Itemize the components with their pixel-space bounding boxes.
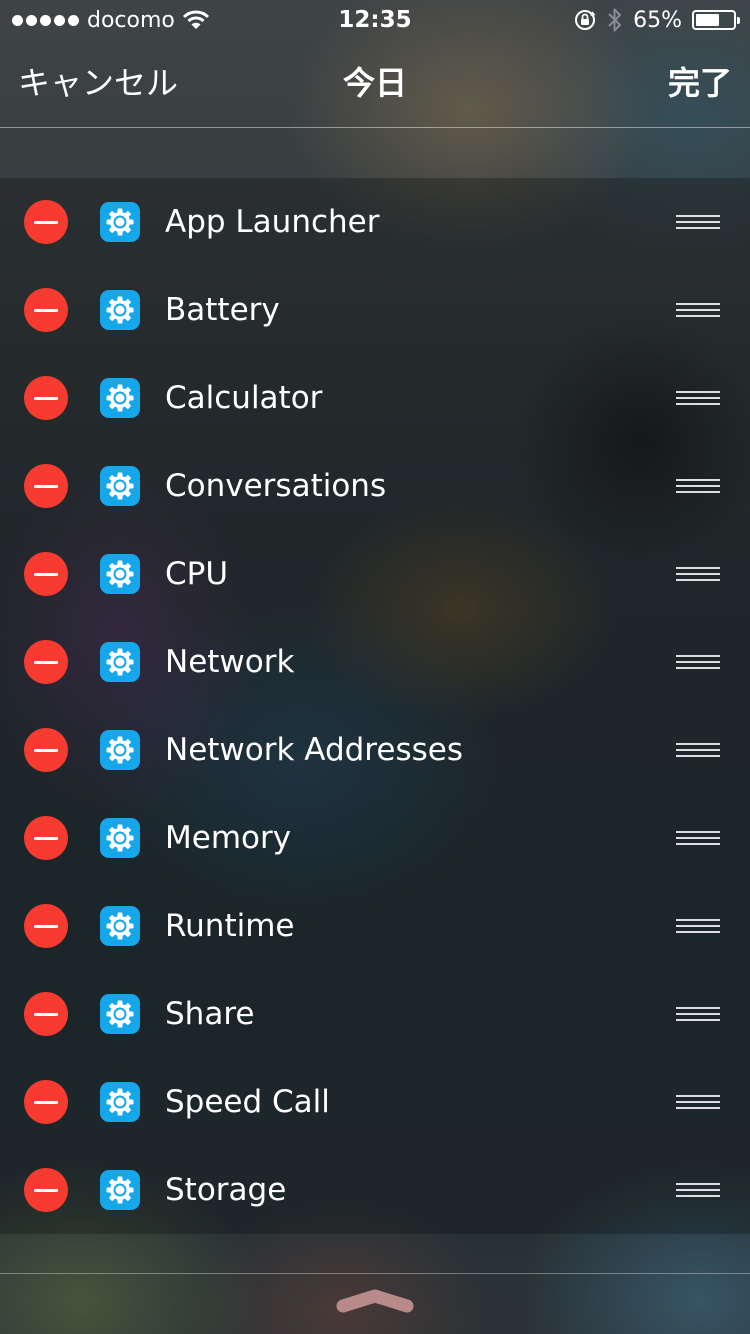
- status-bar: docomo 12:35 65%: [0, 0, 750, 40]
- gear-icon: [100, 1082, 140, 1122]
- reorder-handle-icon[interactable]: [676, 655, 720, 669]
- widget-row: Share: [0, 970, 750, 1058]
- widget-row: Speed Call: [0, 1058, 750, 1146]
- reorder-handle-icon[interactable]: [676, 919, 720, 933]
- gear-icon: [100, 290, 140, 330]
- gear-icon: [100, 202, 140, 242]
- gear-icon: [100, 730, 140, 770]
- widget-row: Network: [0, 618, 750, 706]
- bluetooth-icon: [608, 8, 622, 32]
- widget-row: Network Addresses: [0, 706, 750, 794]
- reorder-handle-icon[interactable]: [676, 479, 720, 493]
- widget-row: CPU: [0, 530, 750, 618]
- widget-row: Memory: [0, 794, 750, 882]
- remove-widget-button[interactable]: [24, 464, 68, 508]
- remove-widget-button[interactable]: [24, 1168, 68, 1212]
- widget-row: Runtime: [0, 882, 750, 970]
- nav-bar: キャンセル 今日 完了: [0, 40, 750, 127]
- gear-icon: [100, 554, 140, 594]
- widget-label: Conversations: [165, 468, 387, 504]
- gear-icon: [100, 378, 140, 418]
- widget-label: Network: [165, 644, 295, 680]
- widget-label: Memory: [165, 820, 292, 856]
- nav-divider: [0, 127, 750, 128]
- reorder-handle-icon[interactable]: [676, 831, 720, 845]
- widget-label: Storage: [165, 1172, 287, 1208]
- remove-widget-button[interactable]: [24, 376, 68, 420]
- widget-list: App Launcher Battery Calculator Conversatio…: [0, 178, 750, 1234]
- widget-label: Network Addresses: [165, 732, 463, 768]
- gear-icon: [100, 642, 140, 682]
- reorder-handle-icon[interactable]: [676, 1007, 720, 1021]
- reorder-handle-icon[interactable]: [676, 567, 720, 581]
- remove-widget-button[interactable]: [24, 200, 68, 244]
- remove-widget-button[interactable]: [24, 904, 68, 948]
- remove-widget-button[interactable]: [24, 992, 68, 1036]
- widget-row: Conversations: [0, 442, 750, 530]
- widget-label: App Launcher: [165, 204, 380, 240]
- reorder-handle-icon[interactable]: [676, 1183, 720, 1197]
- gear-icon: [100, 818, 140, 858]
- widget-row: Calculator: [0, 354, 750, 442]
- chevron-up-grabber-icon[interactable]: [336, 1286, 414, 1316]
- remove-widget-button[interactable]: [24, 288, 68, 332]
- gear-icon: [100, 906, 140, 946]
- reorder-handle-icon[interactable]: [676, 215, 720, 229]
- widget-row: Battery: [0, 266, 750, 354]
- gear-icon: [100, 466, 140, 506]
- gear-icon: [100, 994, 140, 1034]
- widget-label: CPU: [165, 556, 229, 592]
- remove-widget-button[interactable]: [24, 552, 68, 596]
- remove-widget-button[interactable]: [24, 816, 68, 860]
- reorder-handle-icon[interactable]: [676, 743, 720, 757]
- widget-label: Calculator: [165, 380, 323, 416]
- bottom-divider: [0, 1273, 750, 1274]
- widget-label: Speed Call: [165, 1084, 330, 1120]
- widget-label: Battery: [165, 292, 280, 328]
- remove-widget-button[interactable]: [24, 640, 68, 684]
- battery-level-fill: [696, 14, 720, 26]
- battery-icon: [692, 10, 740, 30]
- cancel-button[interactable]: キャンセル: [18, 40, 178, 127]
- reorder-handle-icon[interactable]: [676, 303, 720, 317]
- widget-label: Runtime: [165, 908, 295, 944]
- reorder-handle-icon[interactable]: [676, 1095, 720, 1109]
- remove-widget-button[interactable]: [24, 1080, 68, 1124]
- widget-label: Share: [165, 996, 255, 1032]
- gear-icon: [100, 1170, 140, 1210]
- remove-widget-button[interactable]: [24, 728, 68, 772]
- status-right: 65%: [573, 0, 740, 40]
- battery-percent: 65%: [633, 7, 682, 33]
- widget-row: App Launcher: [0, 178, 750, 266]
- reorder-handle-icon[interactable]: [676, 391, 720, 405]
- widget-row: Storage: [0, 1146, 750, 1234]
- orientation-lock-icon: [575, 10, 596, 30]
- done-button[interactable]: 完了: [668, 40, 732, 127]
